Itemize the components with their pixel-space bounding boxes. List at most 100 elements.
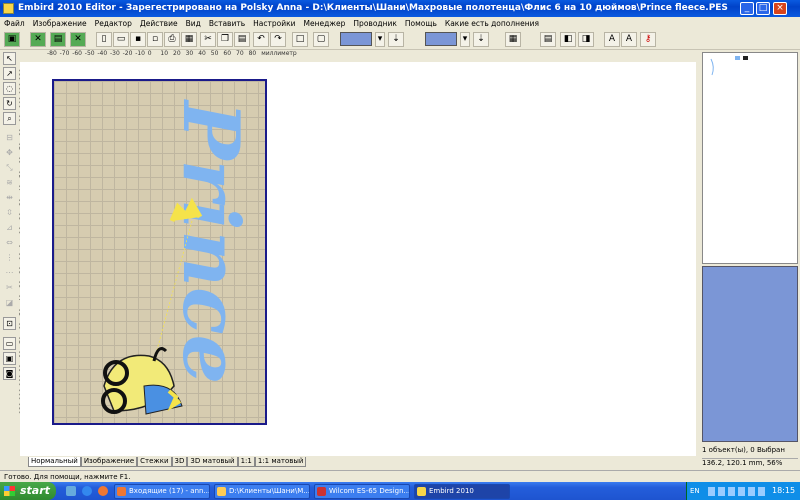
tab-normal[interactable]: Нормальный (28, 457, 81, 467)
menu-help[interactable]: Помощь (401, 19, 441, 28)
remove-icon[interactable]: ✕ (70, 32, 86, 47)
mirror-icon[interactable]: ◨ (578, 32, 594, 47)
export-icon[interactable]: ▤ (50, 32, 66, 47)
print-icon[interactable]: ⎙ (164, 32, 180, 47)
tray-icons[interactable] (708, 487, 768, 496)
tab-3d-matte[interactable]: 3D матовый (187, 457, 238, 467)
menu-settings[interactable]: Настройки (249, 19, 299, 28)
firefox-icon[interactable] (98, 486, 108, 496)
new-design-icon[interactable]: ▣ (4, 32, 20, 47)
color-swatch-2[interactable] (425, 32, 457, 46)
save-as-icon[interactable]: ▫ (147, 32, 163, 47)
hoop-area[interactable]: Prince (52, 79, 267, 425)
split-icon[interactable]: ◧ (560, 32, 576, 47)
color-swatch-1[interactable] (340, 32, 372, 46)
ruler-top: -80 -70 -60 -50 -40 -30 -20 -10 0 10 20 30 40 50 60 70 8… (45, 50, 297, 62)
menu-action[interactable]: Действие (136, 19, 182, 28)
ie-icon[interactable] (82, 486, 92, 496)
tab-1-1[interactable]: 1:1 (237, 457, 255, 467)
title-bar: Embird 2010 Editor - Зарегестрировано на… (0, 0, 800, 17)
tab-3d[interactable]: 3D (171, 457, 188, 467)
frame-icon[interactable]: □ (292, 32, 308, 47)
color-step-2-icon[interactable]: ⇣ (473, 32, 489, 47)
color-panel[interactable] (702, 266, 798, 442)
clock: 18:15 (772, 486, 796, 495)
ruler-top-tick: -30 (110, 50, 120, 57)
menu-addons[interactable]: Какие есть дополнения (441, 19, 543, 28)
insert-text-icon[interactable]: A (604, 32, 620, 47)
align-icon[interactable]: ⊟ (3, 132, 16, 145)
new-file-icon[interactable]: ▯ (96, 32, 112, 47)
task-embird[interactable]: Embird 2010 (414, 484, 510, 499)
trim-icon[interactable]: ✂ (3, 282, 16, 295)
prince-text: Prince (165, 99, 256, 384)
menu-insert[interactable]: Вставить (205, 19, 249, 28)
ruler-top-tick: 60 (223, 50, 232, 57)
ruler-top-tick: -80 (47, 50, 57, 57)
hoop-icon[interactable]: ▢ (313, 32, 329, 47)
close-button[interactable]: × (773, 2, 787, 15)
mirror-v-icon[interactable]: ⇳ (3, 207, 16, 220)
lasso-tool-icon[interactable]: ◌ (3, 82, 16, 95)
task-wilcom[interactable]: Wilcom ES-65 Design... (314, 484, 410, 499)
maximize-button[interactable]: □ (756, 2, 770, 15)
menu-editor[interactable]: Редактор (91, 19, 136, 28)
tab-stitches[interactable]: Стежки (137, 457, 172, 467)
color-2-dropdown-icon[interactable]: ▾ (460, 32, 470, 47)
windows-logo-icon (4, 486, 15, 496)
spacing-icon[interactable]: ⇔ (3, 237, 16, 250)
app-icon (3, 3, 14, 14)
select-tool-icon[interactable]: ↖ (3, 52, 16, 65)
move-icon[interactable]: ✥ (3, 147, 16, 160)
color-1-dropdown-icon[interactable]: ▾ (375, 32, 385, 47)
tab-image[interactable]: Изображение (80, 457, 138, 467)
menu-manager[interactable]: Менеджер (300, 19, 350, 28)
object-count: 1 объект(ы), 0 Выбран (702, 446, 785, 454)
distort-icon[interactable]: ⊿ (3, 222, 16, 235)
paste-icon[interactable]: ▤ (234, 32, 250, 47)
undo-icon[interactable]: ↶ (253, 32, 269, 47)
menu-file[interactable]: Файл (0, 19, 29, 28)
design-thumbnail[interactable] (702, 52, 798, 264)
menu-explorer[interactable]: Проводник (349, 19, 401, 28)
ruler-top-tick: 0 (147, 50, 152, 57)
ruler-top-tick: -60 (72, 50, 82, 57)
fill-icon[interactable]: ◪ (3, 297, 16, 310)
save-icon[interactable]: ▪ (130, 32, 146, 47)
scale-icon[interactable]: ⤡ (3, 162, 16, 175)
key-icon[interactable]: ⚷ (640, 32, 656, 47)
grid-icon[interactable]: ▦ (505, 32, 521, 47)
redo-icon[interactable]: ↷ (270, 32, 286, 47)
stitch-icon[interactable]: ≋ (3, 177, 16, 190)
desktop-icon[interactable] (66, 486, 76, 496)
mirror-h-icon[interactable]: ⇹ (3, 192, 16, 205)
wilcom-icon (317, 487, 326, 496)
join-icon[interactable]: ⋯ (3, 267, 16, 280)
zoom-tool-icon[interactable]: ⌕ (3, 112, 16, 125)
task-mail[interactable]: Входящие (17) - ann... (114, 484, 210, 499)
import-icon[interactable]: ✕ (30, 32, 46, 47)
preview-icon[interactable]: ▦ (181, 32, 197, 47)
rotate-tool-icon[interactable]: ↻ (3, 97, 16, 110)
view-2d-icon[interactable]: ▭ (3, 337, 16, 350)
open-icon[interactable]: ▭ (113, 32, 129, 47)
ruler-top-tick: -70 (59, 50, 70, 57)
cut-icon[interactable]: ✂ (200, 32, 216, 47)
menu-view[interactable]: Вид (182, 19, 205, 28)
embroidery-design[interactable]: Prince (54, 81, 265, 423)
tab-1-1-matte[interactable]: 1:1 матовый (254, 457, 307, 467)
view-3d-icon[interactable]: ▣ (3, 352, 16, 365)
minimize-button[interactable]: _ (740, 2, 754, 15)
copy-icon[interactable]: ❐ (217, 32, 233, 47)
hoop-view-icon[interactable]: ⊡ (3, 317, 16, 330)
task-explorer[interactable]: D:\Клиенты\Шани\М... (214, 484, 310, 499)
language-indicator[interactable]: EN (690, 482, 700, 500)
break-icon[interactable]: ⋮ (3, 252, 16, 265)
ruler-top-tick: -50 (84, 50, 95, 57)
menu-image[interactable]: Изображение (29, 19, 91, 28)
node-tool-icon[interactable]: ↗ (3, 67, 16, 80)
wrap-text-icon[interactable]: A (621, 32, 637, 47)
color-step-icon[interactable]: ⇣ (388, 32, 404, 47)
realistic-view-icon[interactable]: ◙ (3, 367, 16, 380)
pattern-icon[interactable]: ▤ (540, 32, 556, 47)
